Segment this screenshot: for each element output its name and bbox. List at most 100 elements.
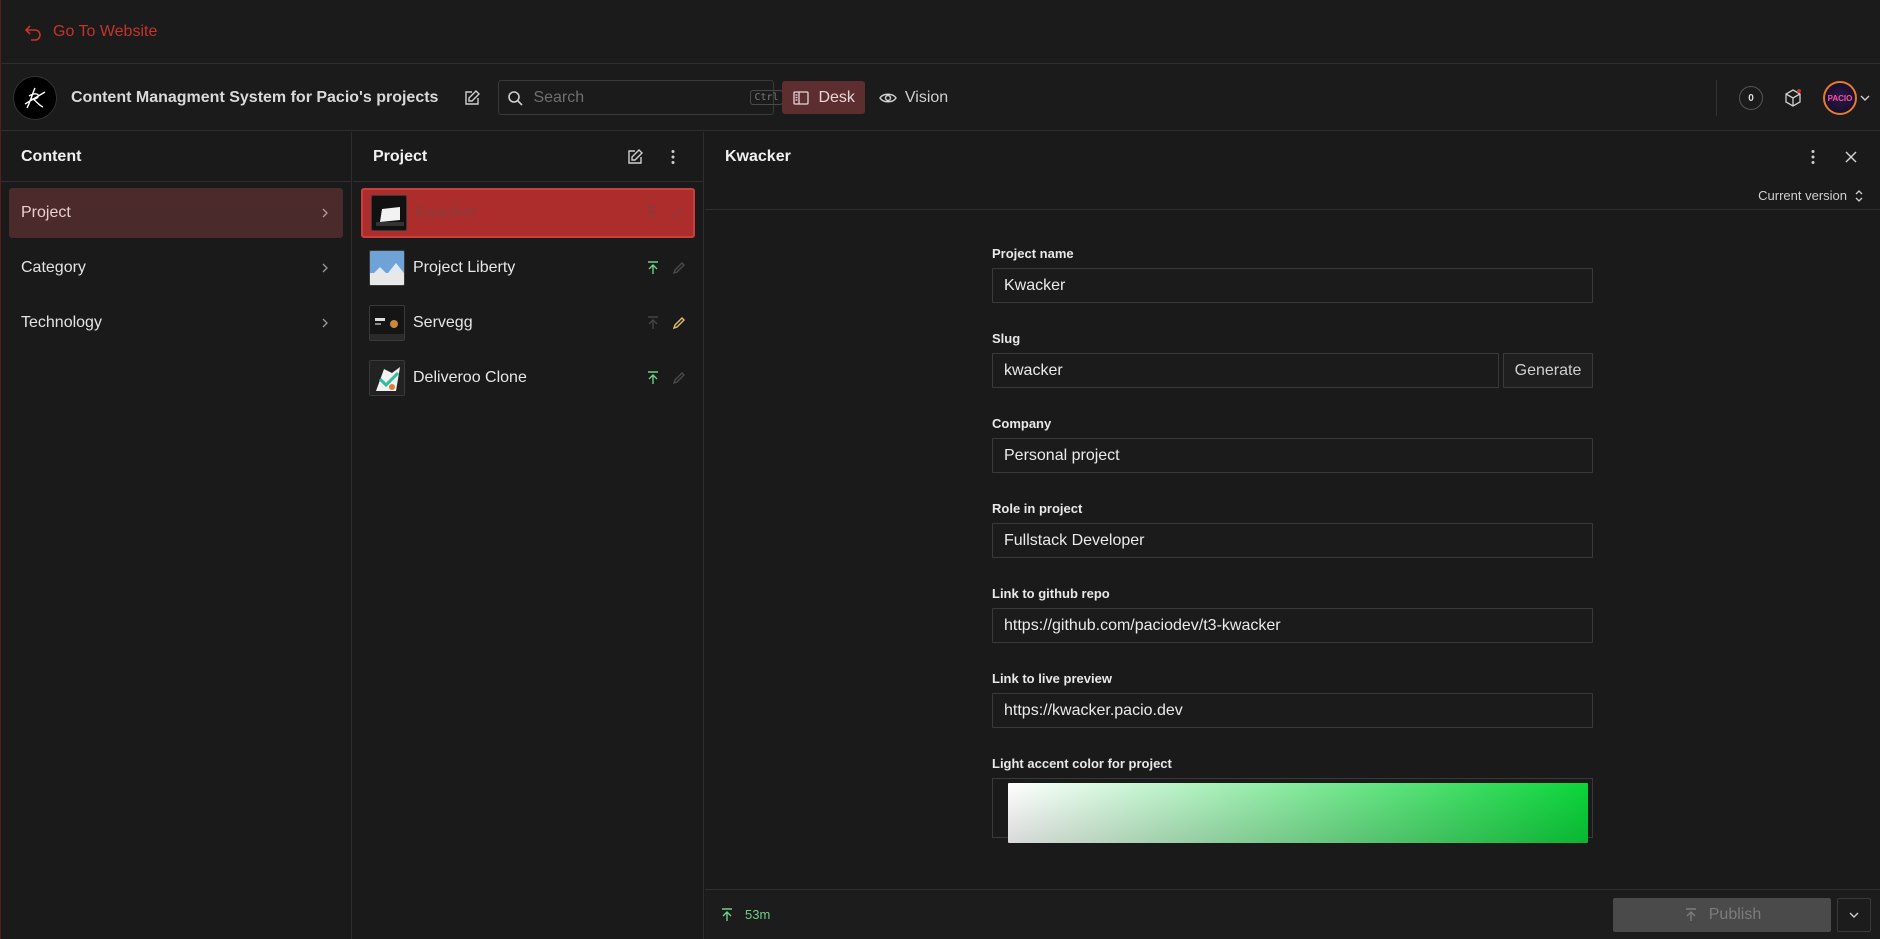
field-label: Slug (992, 331, 1021, 346)
live-preview-input[interactable]: https://kwacker.pacio.dev (992, 693, 1593, 728)
document-item-project-liberty[interactable]: Project Liberty (361, 243, 695, 293)
published-icon (645, 260, 661, 276)
slug-row: kwacker Generate (992, 353, 1593, 388)
document-item-deliveroo-clone[interactable]: Deliveroo Clone (361, 353, 695, 403)
document-label: Deliveroo Clone (413, 369, 527, 386)
compose-icon (626, 148, 644, 166)
version-selector[interactable]: Current version (705, 182, 1880, 210)
slug-input[interactable]: kwacker (992, 353, 1499, 388)
pencil-icon (671, 370, 687, 386)
desk-label: Desk (818, 88, 855, 106)
nav-item-technology[interactable]: Technology (9, 298, 343, 348)
more-vertical-icon (664, 148, 682, 166)
studio-logo[interactable] (13, 75, 57, 120)
document-status (645, 315, 687, 331)
version-label: Current version (1758, 188, 1847, 203)
document-item-servegg[interactable]: Servegg (361, 298, 695, 348)
package-button[interactable] (1777, 82, 1809, 114)
project-pane-actions (619, 132, 689, 182)
publish-button[interactable]: Publish (1613, 898, 1831, 932)
field-accent-color: Light accent color for project (992, 754, 1593, 843)
chevron-right-icon (319, 207, 331, 219)
eye-icon (879, 89, 897, 107)
document-label: Kwacker (415, 204, 477, 221)
studio-title: Content Managment System for Pacio's pro… (71, 88, 439, 106)
document-label: Project Liberty (413, 259, 516, 276)
draft-pencil-icon (671, 315, 687, 331)
servegg-thumbnail (369, 305, 405, 341)
project-pane: Project Kwacker Project Liberty Servegg … (353, 132, 704, 939)
chevron-down-icon (1859, 92, 1871, 104)
search-input[interactable] (533, 88, 741, 107)
project-pane-header: Project (353, 132, 703, 182)
field-project-name: Project name Kwacker (992, 244, 1593, 303)
published-icon (645, 370, 661, 386)
search-icon (507, 90, 524, 106)
chevron-right-icon (319, 317, 331, 329)
publish-menu-button[interactable] (1837, 898, 1871, 932)
deliveroo-clone-thumbnail (369, 360, 405, 396)
tool-vision-button[interactable]: Vision (869, 81, 958, 114)
field-label: Link to live preview (992, 671, 1112, 686)
edit-icon (463, 89, 481, 107)
project-pane-title: Project (373, 147, 428, 165)
tool-desk-button[interactable]: Desk (782, 81, 865, 114)
close-icon (1843, 149, 1859, 165)
publish-status-time: 53m (745, 907, 771, 922)
field-label: Role in project (992, 501, 1083, 516)
document-form: Project name Kwacker Slug kwacker Genera… (992, 244, 1593, 843)
nav-item-label: Category (21, 259, 86, 276)
field-label: Light accent color for project (992, 756, 1172, 771)
nav-item-category[interactable]: Category (9, 243, 343, 293)
published-icon (643, 205, 659, 221)
document-status (645, 370, 687, 386)
document-menu-button[interactable] (1797, 141, 1829, 173)
color-picker-saturation[interactable] (1008, 783, 1588, 843)
project-pane-menu-button[interactable] (657, 141, 689, 173)
go-to-website-link[interactable]: Go To Website (23, 22, 157, 42)
studio-header: Content Managment System for Pacio's pro… (1, 65, 1880, 131)
edit-studio-button[interactable] (456, 82, 488, 114)
document-status (645, 260, 687, 276)
nav-item-label: Technology (21, 314, 102, 331)
generate-slug-button[interactable]: Generate (1503, 353, 1593, 388)
field-label: Project name (992, 246, 1074, 261)
project-name-input[interactable]: Kwacker (992, 268, 1593, 303)
kwacker-thumbnail (371, 195, 407, 231)
publish-label: Publish (1708, 906, 1762, 923)
github-input[interactable]: https://github.com/paciodev/t3-kwacker (992, 608, 1593, 643)
chevron-right-icon (319, 262, 331, 274)
field-label: Company (992, 416, 1052, 431)
document-header: Kwacker (705, 132, 1880, 182)
notification-badge[interactable]: 0 (1739, 86, 1763, 110)
nav-item-project[interactable]: Project (9, 188, 343, 238)
close-document-button[interactable] (1835, 141, 1867, 173)
field-company: Company Personal project (992, 414, 1593, 473)
chevron-up-down-icon (1853, 189, 1865, 203)
unpublished-icon (645, 315, 661, 331)
content-pane-title: Content (21, 147, 82, 165)
chevron-down-icon (1848, 909, 1860, 921)
header-divider (1716, 80, 1717, 116)
document-pane: Kwacker Current version Project name Kwa… (705, 132, 1880, 939)
content-pane-header: Content (1, 132, 351, 182)
field-label: Link to github repo (992, 586, 1110, 601)
role-input[interactable]: Fullstack Developer (992, 523, 1593, 558)
nav-item-label: Project (21, 204, 71, 221)
field-live-preview: Link to live preview https://kwacker.pac… (992, 669, 1593, 728)
avatar: PACIO (1823, 81, 1857, 115)
company-input[interactable]: Personal project (992, 438, 1593, 473)
more-vertical-icon (1804, 148, 1822, 166)
document-label: Servegg (413, 314, 473, 331)
document-item-kwacker[interactable]: Kwacker (361, 188, 695, 238)
user-menu[interactable]: PACIO (1823, 81, 1871, 115)
project-liberty-thumbnail (369, 250, 405, 286)
content-pane: Content Project Category Technology (1, 132, 352, 939)
create-document-button[interactable] (619, 141, 651, 173)
field-role: Role in project Fullstack Developer (992, 499, 1593, 558)
vision-label: Vision (904, 88, 949, 106)
website-bar: Go To Website (1, 0, 1880, 64)
search-box[interactable]: Ctrl K (498, 80, 799, 115)
document-actions (1797, 132, 1867, 182)
publish-status[interactable]: 53m (719, 907, 770, 923)
